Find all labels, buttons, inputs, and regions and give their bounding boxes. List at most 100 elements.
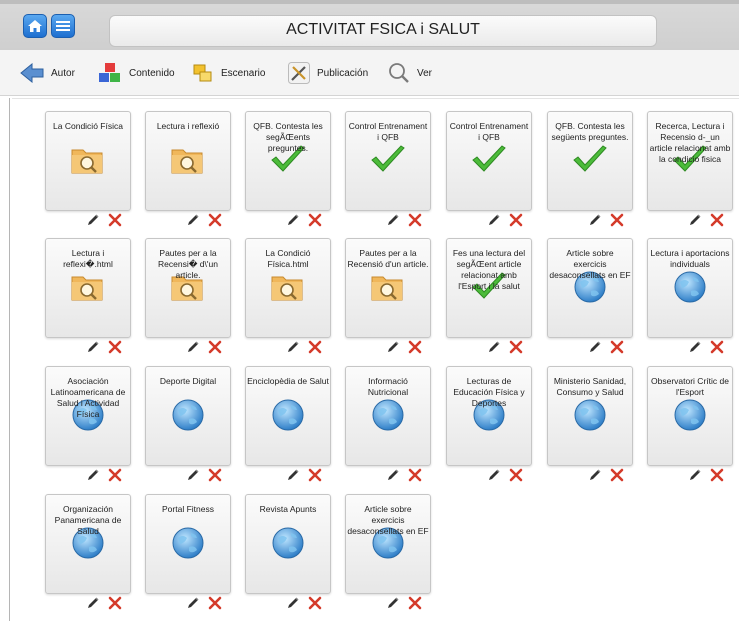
edit-icon[interactable]: [286, 213, 300, 227]
delete-icon[interactable]: [610, 340, 624, 354]
resource-card[interactable]: Lecturas de Educación Física y Deportes: [446, 366, 532, 466]
delete-icon[interactable]: [208, 468, 222, 482]
delete-icon[interactable]: [208, 596, 222, 610]
resource-card[interactable]: Lectura i reflexi�.html: [45, 238, 131, 338]
delete-icon[interactable]: [108, 596, 122, 610]
edit-icon[interactable]: [86, 596, 100, 610]
card-actions: [86, 468, 126, 482]
resource-card[interactable]: QFB. Contesta les segÃŒents preguntes.: [245, 111, 331, 211]
folder-search-icon: [368, 267, 408, 307]
back-arrow-icon: [20, 63, 44, 83]
ver-button[interactable]: Ver: [388, 50, 432, 96]
escenario-button[interactable]: Escenario: [192, 50, 265, 96]
delete-icon[interactable]: [710, 213, 724, 227]
home-button[interactable]: [23, 14, 47, 38]
card-actions: [86, 340, 126, 354]
resource-card[interactable]: La Condició Física: [45, 111, 131, 211]
resource-card[interactable]: Asociación Latinoamericana de Salud i Ac…: [45, 366, 131, 466]
resource-card-label: Observatori Crític de l'Esport: [651, 376, 729, 397]
check-icon: [570, 140, 610, 180]
edit-icon[interactable]: [588, 468, 602, 482]
edit-icon[interactable]: [386, 468, 400, 482]
delete-icon[interactable]: [408, 468, 422, 482]
delete-icon[interactable]: [308, 213, 322, 227]
edit-icon[interactable]: [286, 468, 300, 482]
resource-card-label: Pautes per a la Recensi� d\'un article.: [158, 248, 218, 280]
delete-icon[interactable]: [710, 468, 724, 482]
globe-icon: [268, 395, 308, 435]
card-actions: [386, 468, 426, 482]
resource-card[interactable]: Portal Fitness: [145, 494, 231, 594]
resource-card[interactable]: Pautes per a la Recensió d'un article.: [345, 238, 431, 338]
delete-icon[interactable]: [308, 596, 322, 610]
resource-card[interactable]: QFB. Contesta les següents preguntes.: [547, 111, 633, 211]
delete-icon[interactable]: [208, 340, 222, 354]
edit-icon[interactable]: [286, 596, 300, 610]
delete-icon[interactable]: [610, 213, 624, 227]
edit-icon[interactable]: [487, 468, 501, 482]
resource-card[interactable]: Revista Apunts: [245, 494, 331, 594]
edit-icon[interactable]: [688, 340, 702, 354]
edit-icon[interactable]: [386, 340, 400, 354]
resource-card[interactable]: Pautes per a la Recensi� d\'un article.: [145, 238, 231, 338]
resource-card[interactable]: Article sobre exercicis desaconsellats e…: [345, 494, 431, 594]
list-icon: [56, 21, 70, 31]
delete-icon[interactable]: [308, 340, 322, 354]
delete-icon[interactable]: [710, 340, 724, 354]
folder-search-icon: [68, 140, 108, 180]
edit-icon[interactable]: [386, 213, 400, 227]
card-actions: [386, 213, 426, 227]
delete-icon[interactable]: [408, 340, 422, 354]
delete-icon[interactable]: [108, 213, 122, 227]
edit-icon[interactable]: [487, 340, 501, 354]
resource-card[interactable]: La Condició Física.html: [245, 238, 331, 338]
edit-icon[interactable]: [487, 213, 501, 227]
delete-icon[interactable]: [509, 468, 523, 482]
resource-card[interactable]: Lectura i aportacions individuals: [647, 238, 733, 338]
resource-card-label: Pautes per a la Recensió d'un article.: [347, 248, 429, 269]
delete-icon[interactable]: [408, 596, 422, 610]
edit-icon[interactable]: [186, 468, 200, 482]
edit-icon[interactable]: [186, 340, 200, 354]
resource-card[interactable]: Control Entrenament i QFB: [446, 111, 532, 211]
resource-card[interactable]: Ministerio Sanidad, Consumo y Salud: [547, 366, 633, 466]
delete-icon[interactable]: [108, 468, 122, 482]
delete-icon[interactable]: [509, 340, 523, 354]
edit-icon[interactable]: [588, 340, 602, 354]
resource-card[interactable]: Observatori Crític de l'Esport: [647, 366, 733, 466]
resource-card[interactable]: Article sobre exercicis desaconsellats e…: [547, 238, 633, 338]
resource-card[interactable]: Recerca, Lectura i Recensio d-_un articl…: [647, 111, 733, 211]
delete-icon[interactable]: [408, 213, 422, 227]
delete-icon[interactable]: [108, 340, 122, 354]
edit-icon[interactable]: [688, 213, 702, 227]
resource-card[interactable]: Deporte Digital: [145, 366, 231, 466]
edit-icon[interactable]: [688, 468, 702, 482]
delete-icon[interactable]: [208, 213, 222, 227]
contenido-button[interactable]: Contenido: [98, 50, 175, 96]
publicacion-button[interactable]: Publicación: [288, 50, 368, 96]
card-actions: [86, 213, 126, 227]
resource-card-label: La Condició Física.html: [265, 248, 311, 269]
autor-button[interactable]: Autor: [20, 50, 75, 96]
edit-icon[interactable]: [286, 340, 300, 354]
edit-icon[interactable]: [186, 596, 200, 610]
left-divider: [9, 98, 10, 621]
menu-button[interactable]: [51, 14, 75, 38]
resource-card-label: Lectura i reflexió: [156, 121, 220, 131]
resource-card-label: Lectura i reflexi�.html: [63, 248, 113, 269]
edit-icon[interactable]: [386, 596, 400, 610]
resource-card[interactable]: Control Entrenament i QFB: [345, 111, 431, 211]
edit-icon[interactable]: [86, 340, 100, 354]
delete-icon[interactable]: [509, 213, 523, 227]
delete-icon[interactable]: [610, 468, 624, 482]
edit-icon[interactable]: [86, 213, 100, 227]
edit-icon[interactable]: [86, 468, 100, 482]
delete-icon[interactable]: [308, 468, 322, 482]
edit-icon[interactable]: [186, 213, 200, 227]
resource-card[interactable]: Informació Nutricional: [345, 366, 431, 466]
resource-card[interactable]: Organización Panamericana de Salud: [45, 494, 131, 594]
resource-card[interactable]: Lectura i reflexió: [145, 111, 231, 211]
edit-icon[interactable]: [588, 213, 602, 227]
resource-card[interactable]: Enciclopèdia de Salut: [245, 366, 331, 466]
resource-card[interactable]: Fes una lectura del segÃŒent article rel…: [446, 238, 532, 338]
